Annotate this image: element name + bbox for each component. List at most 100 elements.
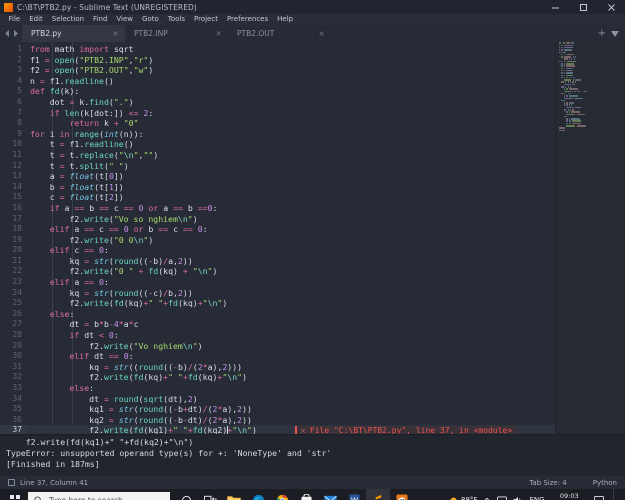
code-line[interactable]: elif dt == 0:: [27, 351, 625, 362]
new-tab-icon[interactable]: +: [598, 28, 606, 39]
code-line[interactable]: from math import sqrt: [27, 44, 625, 55]
code-line[interactable]: f2.write("Vo so nghiem\n"): [27, 214, 625, 225]
chrome-icon[interactable]: [270, 489, 294, 500]
code-line[interactable]: dot = k.find("."): [27, 97, 625, 108]
code-line[interactable]: b = float(t[1]): [27, 182, 625, 193]
build-output-panel[interactable]: f2.write(fd(kq1)+" "+fd(kq2)+"\n") TypeEr…: [0, 434, 625, 476]
file-explorer-icon[interactable]: [222, 489, 246, 500]
editor-area[interactable]: 1 2 3 4 5 6 7 8 9 10 11 12 13 14 15 16 17 18 19 20 21 22 23 24 2…: [0, 42, 625, 434]
task-view-icon[interactable]: [198, 489, 222, 500]
windows-taskbar: Type here to search 88°F ENG 09:03: [0, 489, 625, 500]
minimap[interactable]: [555, 42, 625, 434]
code-line[interactable]: if len(k[dot:]) <= 2:: [27, 108, 625, 119]
close-button[interactable]: [597, 0, 625, 14]
text-caret: [227, 425, 229, 434]
code-line[interactable]: return k + "0": [27, 118, 625, 129]
code-line[interactable]: for i in range(int(n)):: [27, 129, 625, 140]
start-button[interactable]: [2, 489, 28, 500]
edge-icon[interactable]: [246, 489, 270, 500]
code-line[interactable]: kq1 = str(round((-b+dt)/(2*a),2)): [27, 404, 625, 415]
show-desktop-button[interactable]: [613, 489, 620, 500]
menu-item-preferences[interactable]: Preferences: [222, 14, 272, 25]
code-line[interactable]: f2.write(fd(kq)+" "+fd(kq)+"\n"): [27, 298, 625, 309]
code-line[interactable]: else:: [27, 309, 625, 320]
title-bar: C:\BT\PTB2.py - Sublime Text (UNREGISTER…: [0, 0, 625, 14]
svg-text:W: W: [350, 496, 357, 500]
code-line[interactable]: kq = str(round((-b)/a,2)): [27, 256, 625, 267]
sidebar-toggle-icon[interactable]: [8, 479, 15, 486]
code-line[interactable]: f1 = open("PTB2.INP","r"): [27, 55, 625, 66]
menu-item-file[interactable]: File: [4, 14, 25, 25]
word-icon[interactable]: W: [342, 489, 366, 500]
syntax-setting[interactable]: Python: [593, 479, 617, 487]
input-language[interactable]: ENG: [529, 496, 544, 500]
tab-prev-icon: [4, 30, 9, 37]
code-line[interactable]: t = f1.readline(): [27, 139, 625, 150]
code-line[interactable]: c = float(t[2]): [27, 192, 625, 203]
volume-icon[interactable]: [513, 496, 523, 500]
code-line[interactable]: elif c == 0:: [27, 245, 625, 256]
code-line[interactable]: f2.write(fd(kq)+" "+fd(kq)+"\n"): [27, 372, 625, 383]
line-number: 35: [12, 404, 22, 414]
code-line[interactable]: t = t.replace("\n",""): [27, 150, 625, 161]
menu-item-view[interactable]: View: [112, 14, 138, 25]
code-line[interactable]: dt = b*b-4*a*c: [27, 319, 625, 330]
menu-item-find[interactable]: Find: [89, 14, 112, 25]
code-content[interactable]: from math import sqrt f1 = open("PTB2.INP…: [27, 42, 625, 434]
code-line[interactable]: n = f1.readline(): [27, 76, 625, 87]
code-line[interactable]: a = float(t[0]): [27, 171, 625, 182]
code-line[interactable]: kq = str((round((-b)/(2*a),2))): [27, 362, 625, 373]
microsoft-store-icon[interactable]: [294, 489, 318, 500]
code-line[interactable]: def fd(k):: [27, 86, 625, 97]
code-line[interactable]: t = t.split(" "): [27, 161, 625, 172]
window-controls: [541, 0, 625, 14]
code-line[interactable]: f2.write("0 0\n"): [27, 235, 625, 246]
code-line[interactable]: f2.write("Vo nghiem\n"): [27, 341, 625, 352]
code-line[interactable]: f2 = open("PTB2.OUT","w"): [27, 65, 625, 76]
menu-item-edit[interactable]: Edit: [25, 14, 48, 25]
menu-item-project[interactable]: Project: [190, 14, 223, 25]
menu-item-help[interactable]: Help: [273, 14, 298, 25]
network-icon[interactable]: [497, 496, 508, 500]
code-line[interactable]: elif a == c == 0 or b == c == 0:: [27, 224, 625, 235]
code-line[interactable]: kq2 = str(round((-b-dt)/(2*a),2)): [27, 415, 625, 426]
tab-menu-icon[interactable]: [611, 30, 619, 37]
code-line[interactable]: else:: [27, 383, 625, 394]
weather-icon[interactable]: 88°F: [449, 496, 477, 500]
maximize-button[interactable]: [569, 0, 597, 14]
code-line[interactable]: if a == b == c == 0 or a == b ==0:: [27, 203, 625, 214]
tab-ptb2-py[interactable]: PTB2.py ×: [22, 25, 125, 42]
taskbar-search-input[interactable]: Type here to search: [28, 491, 170, 500]
menu-item-tools[interactable]: Tools: [163, 14, 189, 25]
tab-ptb2-inp[interactable]: PTB2.INP ×: [125, 25, 228, 42]
code-line[interactable]: elif a == 0:: [27, 277, 625, 288]
clock[interactable]: 09:03 18/07/2021: [551, 492, 588, 500]
tab-next-icon: [13, 30, 18, 37]
action-center-icon[interactable]: [594, 495, 604, 500]
tab-ptb2-out[interactable]: PTB2.OUT ×: [228, 25, 331, 42]
menu-item-selection[interactable]: Selection: [47, 14, 88, 25]
line-number: 14: [12, 181, 22, 191]
code-line[interactable]: if dt < 0:: [27, 330, 625, 341]
sublime-text-icon[interactable]: [366, 489, 390, 500]
cursor-position[interactable]: Line 37, Column 41: [20, 479, 88, 487]
mail-icon[interactable]: [318, 489, 342, 500]
tab-close-icon[interactable]: ×: [215, 29, 222, 38]
window-title: C:\BT\PTB2.py - Sublime Text (UNREGISTER…: [17, 2, 197, 12]
line-number: 29: [12, 340, 22, 350]
code-line[interactable]: kq = str(round((-c)/b,2)): [27, 288, 625, 299]
line-number: 16: [12, 202, 22, 212]
error-close-icon[interactable]: ×: [300, 427, 306, 434]
line-number: 30: [12, 351, 22, 361]
tab-nav-arrows[interactable]: [0, 25, 22, 42]
sublime-icon: [4, 2, 13, 12]
tab-close-icon[interactable]: ×: [112, 29, 119, 38]
tab-size-setting[interactable]: Tab Size: 4: [529, 479, 566, 487]
minimize-button[interactable]: [541, 0, 569, 14]
code-line[interactable]: f2.write("0 " + fd(kq) + "\n"): [27, 266, 625, 277]
gimp-icon[interactable]: [390, 489, 414, 500]
cortana-icon[interactable]: [174, 489, 198, 500]
menu-item-goto[interactable]: Goto: [138, 14, 164, 25]
tab-close-icon[interactable]: ×: [318, 29, 325, 38]
code-line[interactable]: dt = round(sqrt(dt),2): [27, 394, 625, 405]
